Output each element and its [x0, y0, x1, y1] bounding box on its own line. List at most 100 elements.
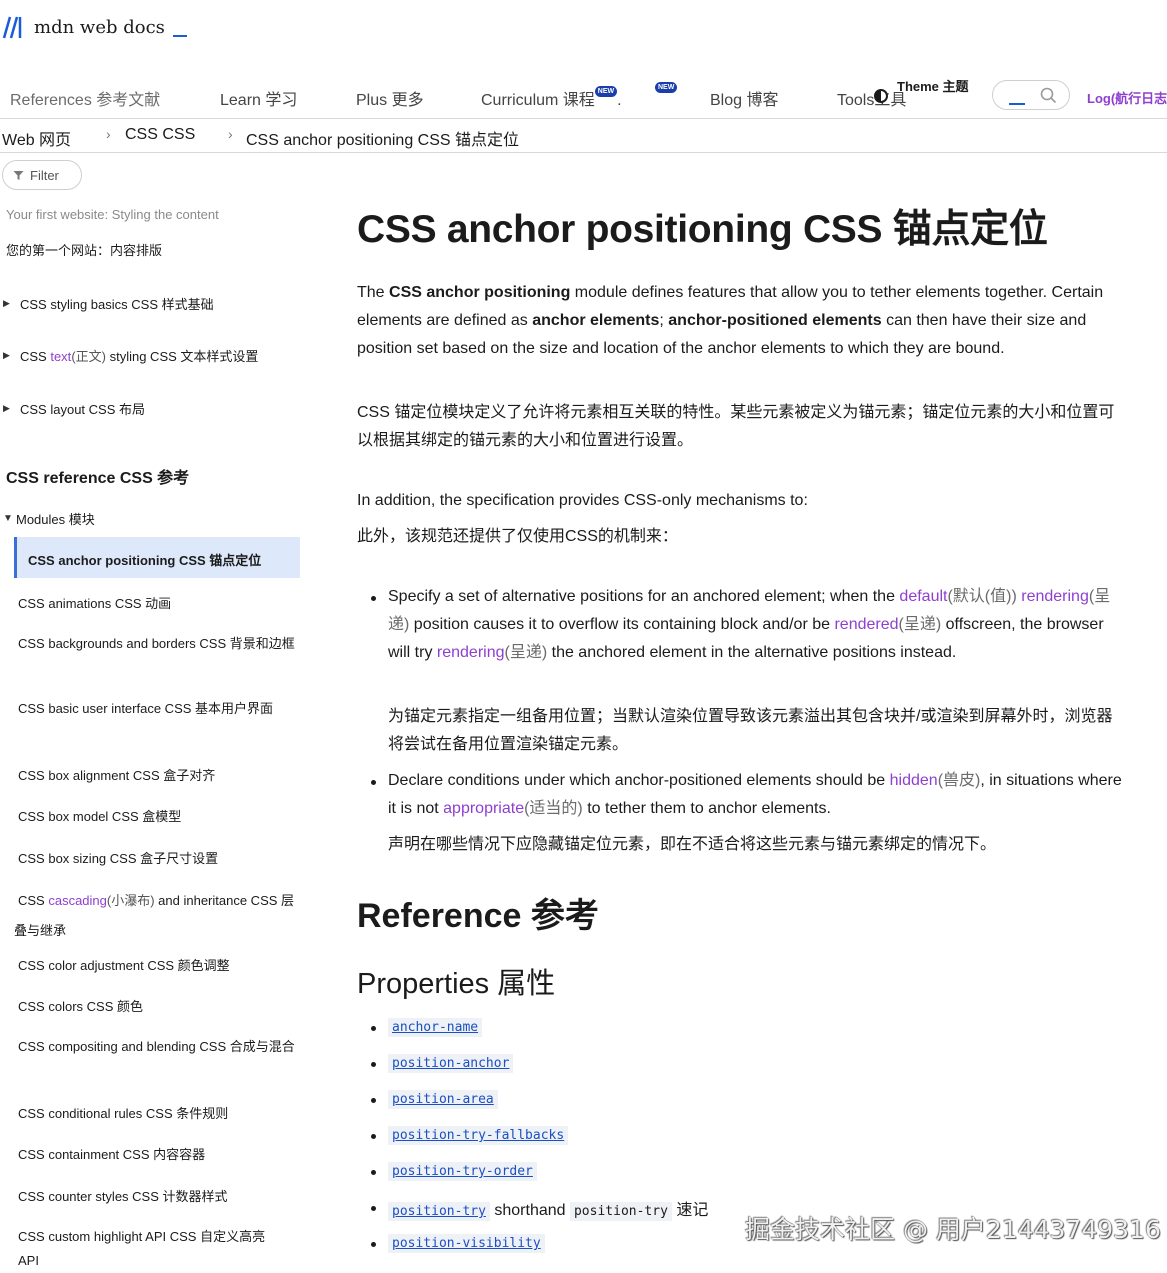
sidebar-item-compositing[interactable]: CSS compositing and blending CSS 合成与混合	[18, 1035, 303, 1059]
bullet-dot	[371, 1206, 376, 1211]
bullet-dot	[371, 1062, 376, 1067]
nav-blog[interactable]: Blog 博客	[710, 86, 778, 110]
bullet-text: the anchored element in the alternative …	[547, 644, 957, 661]
intro-bold: anchor elements	[532, 312, 660, 329]
property-link-position-area[interactable]: position-area	[388, 1090, 498, 1109]
sidebar-item-counter-styles[interactable]: CSS counter styles CSS 计数器样式	[18, 1185, 303, 1209]
breadcrumb-web[interactable]: Web 网页	[2, 126, 71, 150]
appropriate-link-zh: (适当的)	[524, 800, 583, 817]
intro-bold: anchor-positioned elements	[668, 312, 882, 329]
rendered-link[interactable]: rendered	[834, 616, 898, 633]
new-badge-floating: NEW	[655, 82, 678, 93]
sidebar-item-animations[interactable]: CSS animations CSS 动画	[18, 592, 303, 616]
filter-label: Filter	[30, 167, 59, 183]
sidebar-item-basic-ui[interactable]: CSS basic user interface CSS 基本用户界面	[18, 697, 303, 721]
bullet-fallback-positions-zh: 为锚定元素指定一组备用位置；当默认渲染位置导致该元素溢出其包含块并/或渲染到屏幕…	[388, 708, 1113, 753]
hidden-link-zh: (兽皮)	[937, 772, 981, 789]
page-title: CSS anchor positioning CSS 锚点定位	[357, 208, 1048, 251]
rendering-link[interactable]: rendering	[1021, 588, 1089, 605]
bullet-hide-conditions: Declare conditions under which anchor-po…	[388, 767, 1128, 823]
addition-paragraph-zh: 此外，该规范还提供了仅使用CSS的机制来：	[357, 528, 678, 545]
intro-paragraph: The CSS anchor positioning module define…	[357, 279, 1117, 363]
sidebar-item-text-post: styling CSS 文本样式设置	[105, 349, 259, 364]
nav-references[interactable]: References 参考文献	[10, 86, 160, 110]
sidebar-item-highlight-api[interactable]: CSS custom highlight API CSS 自定义高亮 API	[18, 1225, 288, 1273]
property-link-position-try-fallbacks[interactable]: position-try-fallbacks	[388, 1126, 569, 1145]
bullet-dot	[371, 780, 376, 785]
text-link-zh: (正文)	[71, 349, 106, 364]
property-link-position-try[interactable]: position-try	[388, 1202, 490, 1221]
property-link-position-visibility[interactable]: position-visibility	[388, 1234, 545, 1253]
sidebar-heading[interactable]: CSS reference CSS 参考	[6, 464, 189, 488]
sidebar-item-cascade[interactable]: CSS cascading(小瀑布) and inheritance CSS 层…	[14, 886, 304, 946]
sidebar-item-box-alignment[interactable]: CSS box alignment CSS 盒子对齐	[18, 764, 303, 788]
sidebar-item-box-sizing[interactable]: CSS box sizing CSS 盒子尺寸设置	[18, 847, 303, 871]
text-link[interactable]: text	[50, 349, 71, 364]
sidebar-item-styling-basics[interactable]: CSS styling basics CSS 样式基础	[20, 294, 214, 313]
hidden-link[interactable]: hidden	[890, 772, 938, 789]
properties-heading: Properties 属性	[357, 968, 556, 1000]
shorthand-code: position-try	[569, 1202, 672, 1221]
mdn-logo-icon	[2, 16, 22, 39]
cascading-link[interactable]: cascading	[48, 893, 107, 908]
shorthand-zh: 速记	[671, 1202, 709, 1219]
expand-triangle-icon[interactable]: ▶	[3, 298, 10, 309]
sidebar-item-colors[interactable]: CSS colors CSS 颜色	[18, 995, 303, 1019]
rendered-link-zh: (呈递)	[898, 616, 942, 633]
property-item-position-try: position-try shorthand position-try 速记	[388, 1196, 709, 1221]
sidebar-item-backgrounds[interactable]: CSS backgrounds and borders CSS 背景和边框	[18, 632, 303, 656]
filter-button[interactable]: Filter	[2, 160, 82, 190]
intro-paragraph-zh: CSS 锚定位模块定义了允许将元素相互关联的特性。某些元素被定义为锚元素；锚定位…	[357, 404, 1115, 449]
sidebar-modules[interactable]: Modules 模块	[16, 509, 95, 528]
mdn-logo[interactable]: mdn web docs	[2, 12, 187, 42]
sidebar-item-layout[interactable]: CSS layout CSS 布局	[20, 399, 145, 418]
theme-button[interactable]: Theme 主题	[897, 76, 969, 95]
sidebar-item-text-styling[interactable]: CSS text(正文) styling CSS 文本样式设置	[20, 346, 258, 365]
sidebar-item-conditional[interactable]: CSS conditional rules CSS 条件规则	[18, 1102, 303, 1126]
bullet-hide-conditions-zh: 声明在哪些情况下应隐藏锚定位元素，即在不适合将这些元素与锚元素绑定的情况下。	[388, 836, 997, 853]
appropriate-link[interactable]: appropriate	[443, 800, 524, 817]
filter-icon	[13, 170, 24, 180]
collapse-triangle-icon[interactable]: ▼	[3, 513, 13, 524]
new-badge: NEW	[594, 86, 618, 97]
bullet-dot	[371, 1134, 376, 1139]
property-link-position-anchor[interactable]: position-anchor	[388, 1054, 514, 1073]
breadcrumb-chevron-icon: ›	[106, 126, 111, 142]
sidebar-item-box-model[interactable]: CSS box model CSS 盒模型	[18, 805, 303, 829]
cascading-link-zh: (小瀑布)	[106, 893, 155, 908]
bullet-text: to tether them to anchor elements.	[582, 800, 831, 817]
sidebar-item-text-pre: CSS	[20, 349, 51, 364]
sidebar-item-color-adjust[interactable]: CSS color adjustment CSS 颜色调整	[18, 954, 303, 978]
sidebar-intro-zh[interactable]: 您的第一个网站：内容排版	[6, 240, 162, 259]
bullet-text: position causes it to overflow its conta…	[409, 616, 835, 633]
search-input[interactable]	[992, 80, 1070, 110]
breadcrumb-current[interactable]: CSS anchor positioning CSS 锚点定位	[246, 126, 519, 150]
nav-tools[interactable]: Tools工具	[837, 86, 906, 110]
property-link-anchor-name[interactable]: anchor-name	[388, 1018, 483, 1037]
expand-triangle-icon[interactable]: ▶	[3, 350, 10, 361]
logo-cursor	[172, 17, 187, 37]
rendering-link[interactable]: rendering	[437, 644, 505, 661]
rendering-link-zh: (呈递)	[504, 644, 548, 661]
search-icon	[1040, 87, 1057, 104]
login-button[interactable]: Log(航行日志	[1087, 88, 1167, 107]
breadcrumb-css[interactable]: CSS CSS	[125, 126, 195, 144]
bullet-dot	[371, 1098, 376, 1103]
default-link[interactable]: default	[899, 588, 947, 605]
theme-toggle-icon[interactable]	[874, 89, 888, 103]
nav-learn[interactable]: Learn 学习	[220, 86, 297, 110]
sidebar-item-containment[interactable]: CSS containment CSS 内容容器	[18, 1143, 303, 1167]
nav-plus[interactable]: Plus 更多	[356, 86, 424, 110]
watermark: 掘金技术社区 @ 用户21443749316	[745, 1215, 1161, 1244]
nav-curriculum[interactable]: Curriculum 课程NEW.	[481, 86, 622, 110]
property-link-position-try-order[interactable]: position-try-order	[388, 1162, 537, 1181]
nav-curriculum-label: Curriculum 课程	[481, 92, 595, 109]
expand-triangle-icon[interactable]: ▶	[3, 403, 10, 414]
sidebar-item-active-label: CSS anchor positioning CSS 锚点定位	[28, 553, 262, 568]
bullet-dot	[371, 596, 376, 601]
bullet-dot	[371, 1242, 376, 1247]
intro-text: The	[357, 284, 390, 301]
sidebar-intro-en[interactable]: Your first website: Styling the content	[6, 207, 219, 222]
bullet-text: Specify a set of alternative positions f…	[388, 588, 900, 605]
sidebar-item-cascade-pre: CSS	[18, 893, 49, 908]
